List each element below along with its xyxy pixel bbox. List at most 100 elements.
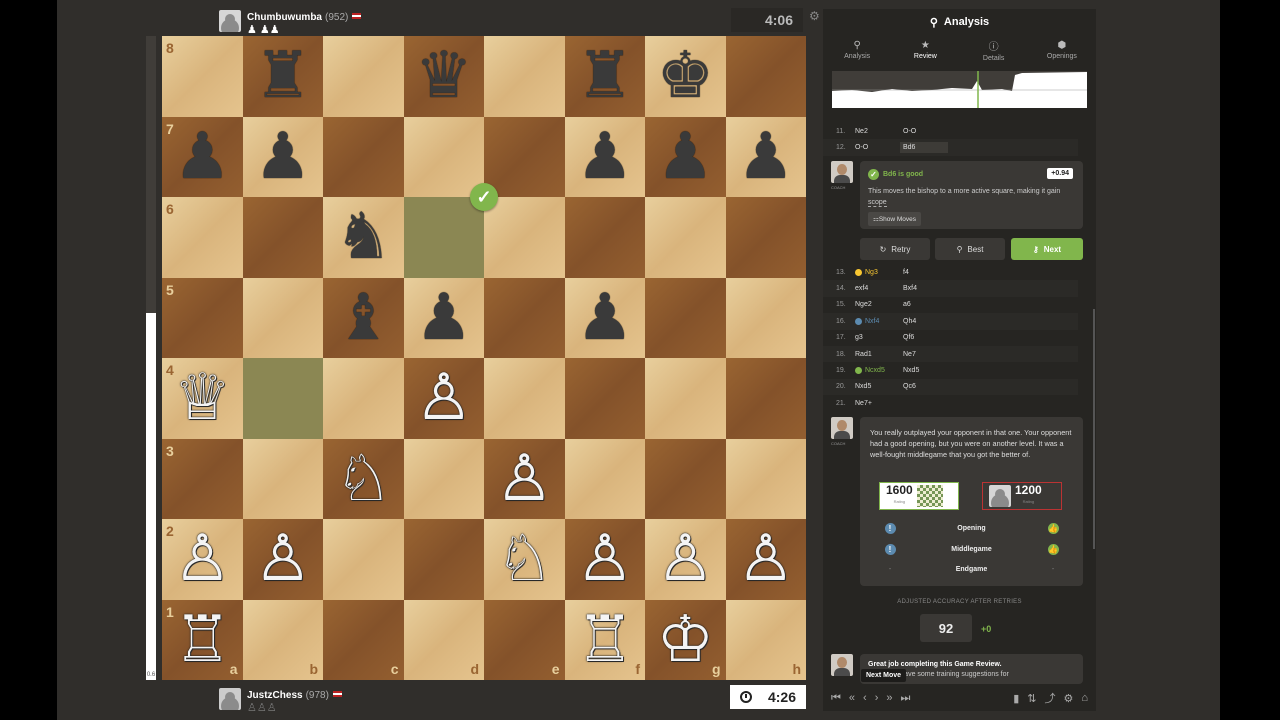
- square-g5[interactable]: [645, 277, 726, 358]
- square-e6[interactable]: [484, 197, 565, 278]
- chess-board[interactable]: 8 ♜ ♛ ♜ ♚ 7 ♟ ♟ ♟ ♟ ♟ 6 ♞ ✓ 5 ♝ ♟ ♟ 4 ♕ ♙ 3 ♘ ♙ 2 ♙ ♙ ♘ ♙ ♙ ♙ 1 a ♖ b c d e f ♖…: [162, 36, 806, 680]
- next-move-icon[interactable]: ›: [875, 692, 879, 704]
- white-move[interactable]: Ncxd5: [855, 367, 903, 375]
- white-move[interactable]: Rad1: [855, 351, 903, 358]
- square-f2[interactable]: ♙: [564, 519, 645, 600]
- black-pawn-piece[interactable]: ♟: [415, 286, 472, 350]
- tab-details[interactable]: ⓘ Details: [960, 35, 1028, 65]
- square-b6[interactable]: [242, 197, 323, 278]
- square-g3[interactable]: [645, 438, 726, 519]
- evaluation-graph[interactable]: [832, 71, 1087, 108]
- square-b3[interactable]: [242, 438, 323, 519]
- black-rook-piece[interactable]: ♜: [254, 44, 311, 108]
- square-c7[interactable]: [323, 116, 404, 197]
- square-c5[interactable]: ♝: [323, 277, 404, 358]
- square-d2[interactable]: [403, 519, 484, 600]
- square-e2[interactable]: ♘: [484, 519, 565, 600]
- square-d1[interactable]: d: [403, 599, 484, 680]
- square-c6[interactable]: ♞: [323, 197, 404, 278]
- black-knight-piece[interactable]: ♞: [335, 205, 392, 269]
- black-queen-piece[interactable]: ♛: [415, 44, 472, 108]
- square-d5[interactable]: ♟: [403, 277, 484, 358]
- square-b4[interactable]: [242, 358, 323, 439]
- white-move[interactable]: Nxf4: [855, 317, 903, 325]
- square-h4[interactable]: [725, 358, 806, 439]
- square-d7[interactable]: [403, 116, 484, 197]
- white-knight-piece[interactable]: ♘: [335, 447, 392, 511]
- square-d6[interactable]: ✓: [403, 183, 498, 278]
- best-button[interactable]: ⚲ Best: [935, 238, 1005, 260]
- black-pawn-piece[interactable]: ♟: [576, 286, 633, 350]
- square-g8[interactable]: ♚: [645, 36, 726, 117]
- black-move[interactable]: Qf6: [903, 334, 951, 341]
- black-move[interactable]: Bxf4: [903, 285, 951, 292]
- square-b5[interactable]: [242, 277, 323, 358]
- white-move[interactable]: Nge2: [855, 301, 903, 308]
- white-queen-piece[interactable]: ♕: [174, 366, 231, 430]
- square-h6[interactable]: [725, 197, 806, 278]
- white-move[interactable]: O-O: [855, 144, 903, 151]
- bottom-player-name[interactable]: JustzChess: [247, 690, 303, 701]
- white-pawn-piece[interactable]: ♙: [657, 527, 714, 591]
- square-f3[interactable]: [564, 438, 645, 519]
- white-pawn-piece[interactable]: ♙: [576, 527, 633, 591]
- square-b2[interactable]: ♙: [242, 519, 323, 600]
- square-d3[interactable]: [403, 438, 484, 519]
- square-a7[interactable]: 7 ♟: [162, 116, 243, 197]
- white-move[interactable]: exf4: [855, 285, 903, 292]
- square-g1[interactable]: g ♔: [645, 599, 726, 680]
- square-a3[interactable]: 3: [162, 438, 243, 519]
- square-h7[interactable]: ♟: [725, 116, 806, 197]
- tab-analysis[interactable]: ⚲ Analysis: [823, 35, 891, 65]
- square-e8[interactable]: [484, 36, 565, 117]
- show-moves-button[interactable]: ⚏Show Moves: [868, 212, 922, 226]
- prev-move-icon[interactable]: ‹: [863, 692, 867, 704]
- black-pawn-piece[interactable]: ♟: [657, 125, 714, 189]
- bottom-player-avatar[interactable]: [219, 688, 241, 710]
- square-h1[interactable]: h: [725, 599, 806, 680]
- panel-scrollbar[interactable]: [1093, 309, 1095, 549]
- square-a4[interactable]: 4 ♕: [162, 358, 243, 439]
- black-move[interactable]: O-O: [903, 128, 951, 135]
- square-d8[interactable]: ♛: [403, 36, 484, 117]
- share-icon[interactable]: ⤴: [1044, 690, 1055, 706]
- square-f5[interactable]: ♟: [564, 277, 645, 358]
- square-h8[interactable]: [725, 36, 806, 117]
- square-f6[interactable]: [564, 197, 645, 278]
- white-move[interactable]: Nxd5: [855, 383, 903, 390]
- black-pawn-piece[interactable]: ♟: [576, 125, 633, 189]
- square-e4[interactable]: [484, 358, 565, 439]
- square-h3[interactable]: [725, 438, 806, 519]
- square-b8[interactable]: ♜: [242, 36, 323, 117]
- selected-black-move[interactable]: Bd6: [900, 142, 948, 154]
- square-h2[interactable]: ♙: [725, 519, 806, 600]
- next-button[interactable]: ⚷ Next: [1011, 238, 1083, 260]
- square-h5[interactable]: [725, 277, 806, 358]
- square-g4[interactable]: [645, 358, 726, 439]
- retry-button[interactable]: ↻ Retry: [860, 238, 930, 260]
- white-pawn-piece[interactable]: ♙: [737, 527, 794, 591]
- square-f4[interactable]: [564, 358, 645, 439]
- last-move-icon[interactable]: ⏭: [901, 692, 911, 705]
- square-b1[interactable]: b: [242, 599, 323, 680]
- black-bishop-piece[interactable]: ♝: [335, 286, 392, 350]
- flip-board-icon[interactable]: ⇅: [1027, 692, 1036, 705]
- black-move[interactable]: Qh4: [903, 318, 951, 325]
- square-a2[interactable]: 2 ♙: [162, 519, 243, 600]
- black-move[interactable]: a6: [903, 301, 951, 308]
- white-move[interactable]: g3: [855, 334, 903, 341]
- white-knight-piece[interactable]: ♘: [496, 527, 553, 591]
- white-king-piece[interactable]: ♔: [657, 608, 714, 672]
- square-c1[interactable]: c: [323, 599, 404, 680]
- tab-review[interactable]: ★ Review: [891, 35, 959, 65]
- square-d4[interactable]: ♙: [403, 358, 484, 439]
- square-f1[interactable]: f ♖: [564, 599, 645, 680]
- top-player-name[interactable]: Chumbuwumba: [247, 12, 322, 23]
- black-move[interactable]: f4: [903, 269, 951, 276]
- square-c3[interactable]: ♘: [323, 438, 404, 519]
- square-g7[interactable]: ♟: [645, 116, 726, 197]
- square-e7[interactable]: [484, 116, 565, 197]
- top-player-avatar[interactable]: [219, 10, 241, 32]
- square-a5[interactable]: 5: [162, 277, 243, 358]
- forward-five-icon[interactable]: »: [886, 692, 892, 704]
